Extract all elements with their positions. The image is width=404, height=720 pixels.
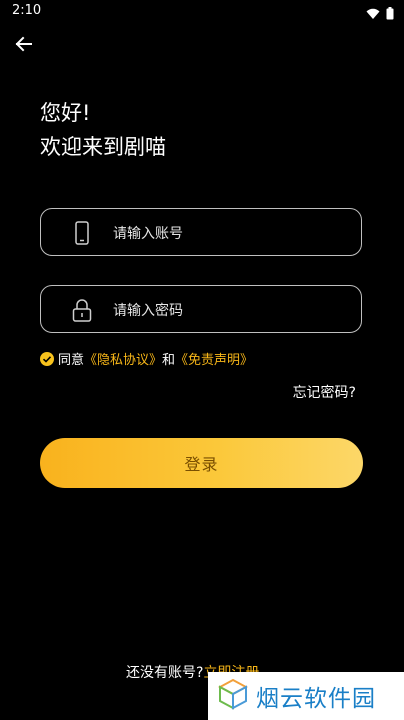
agreement-row: 同意 《隐私协议》 和 《免责声明》 [40, 349, 253, 368]
account-input[interactable]: 请输入账号 [40, 208, 362, 256]
cube-logo-icon [217, 678, 249, 714]
wifi-icon [366, 5, 380, 24]
arrow-left-icon [15, 36, 32, 52]
password-input[interactable]: 请输入密码 [40, 285, 362, 333]
register-prompt: 还没有账号? [126, 665, 204, 681]
battery-icon [386, 5, 394, 24]
greeting-line2: 欢迎来到剧喵 [40, 135, 166, 159]
agreement-prefix: 同意 [58, 353, 85, 368]
disclaimer-link[interactable]: 《免责声明》 [175, 349, 253, 368]
check-circle-icon[interactable] [40, 351, 54, 366]
password-placeholder: 请输入密码 [113, 303, 183, 319]
greeting-line1: 您好! [40, 101, 91, 125]
status-bar: 2:10 [0, 0, 404, 24]
account-placeholder: 请输入账号 [113, 226, 183, 242]
phone-icon [71, 221, 93, 245]
greeting: 您好! 欢迎来到剧喵 [40, 96, 166, 164]
login-button[interactable]: 登录 [40, 438, 363, 488]
agreement-and: 和 [162, 353, 176, 368]
lock-icon [71, 298, 93, 322]
status-icons [366, 5, 394, 24]
privacy-policy-link[interactable]: 《隐私协议》 [84, 349, 162, 368]
watermark-text: 烟云软件园 [256, 686, 376, 712]
forgot-password-link[interactable]: 忘记密码? [293, 382, 356, 402]
back-button[interactable] [12, 32, 36, 56]
status-time: 2:10 [12, 3, 42, 18]
watermark: 烟云软件园 [208, 672, 404, 720]
